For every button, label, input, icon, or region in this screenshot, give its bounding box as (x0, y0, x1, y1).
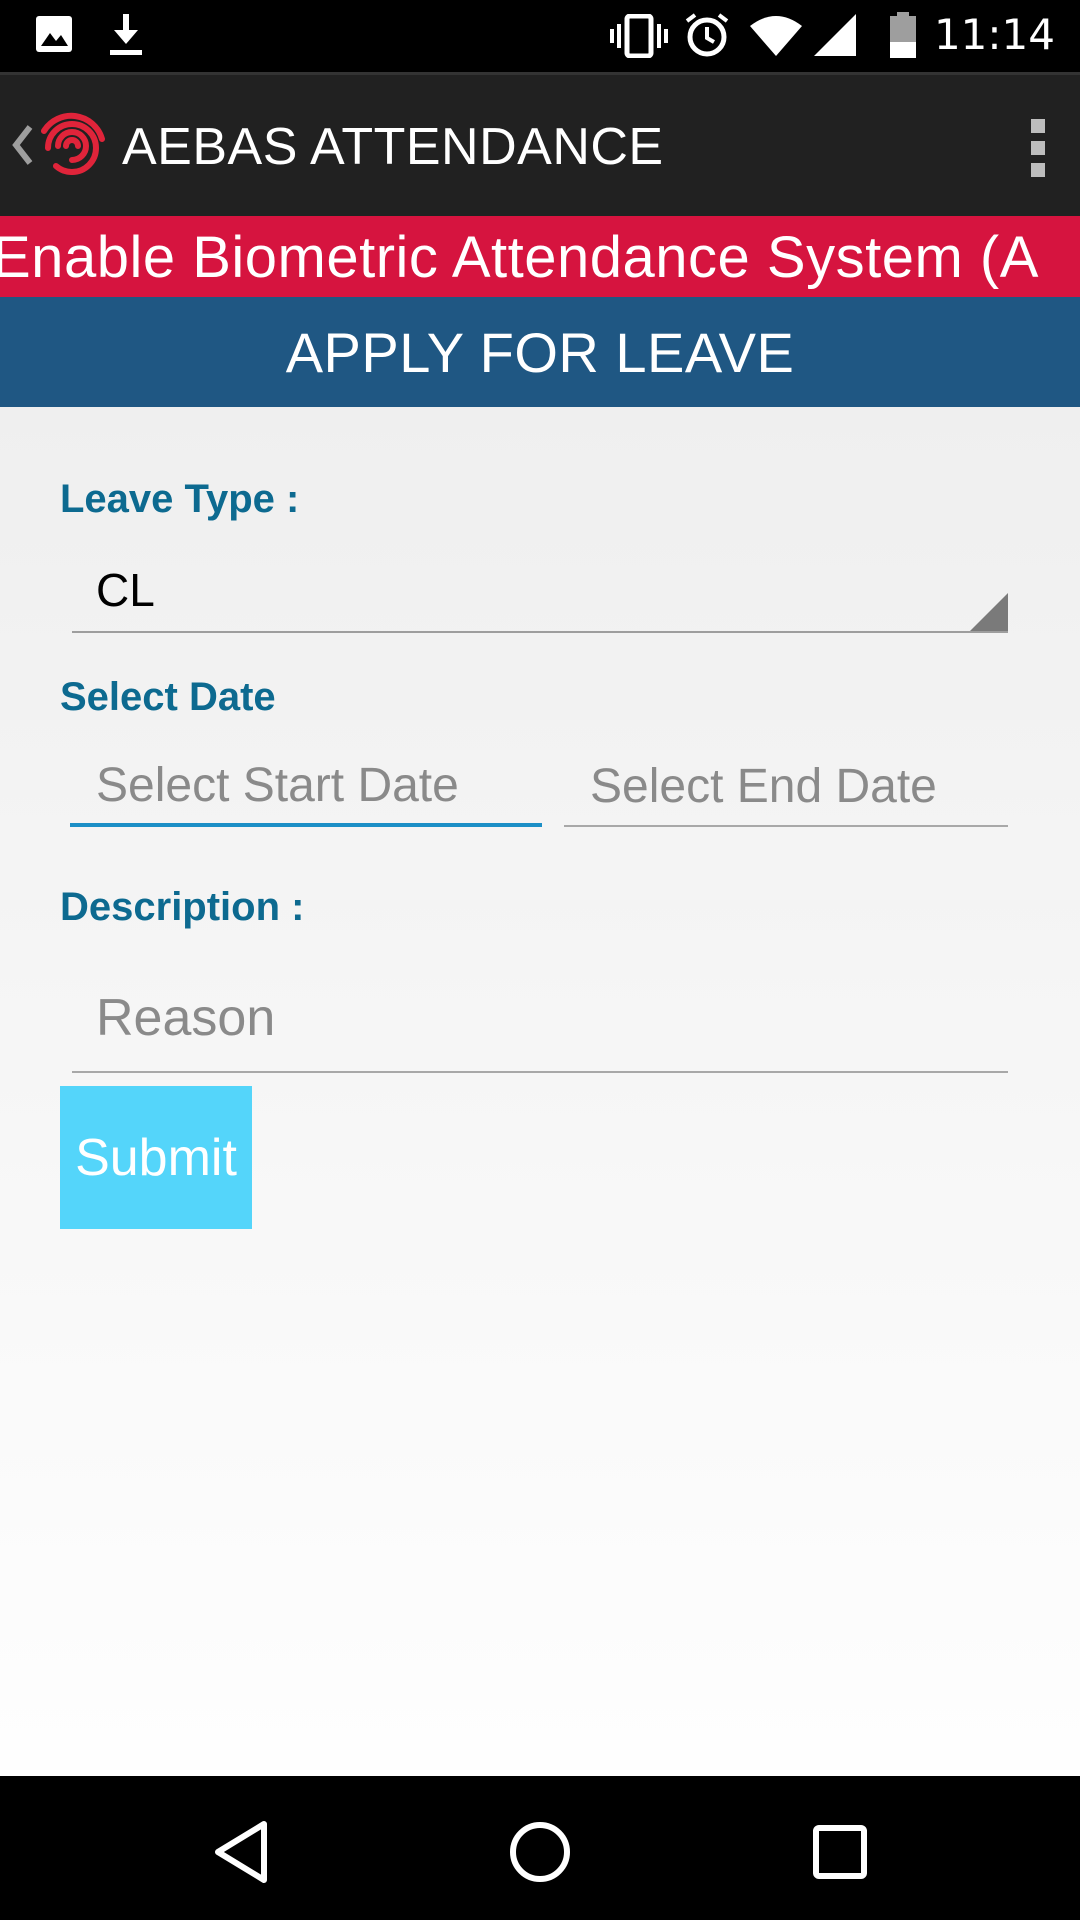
status-bar: 11:14 (0, 0, 1080, 72)
reason-input[interactable] (72, 965, 1008, 1073)
overflow-menu-icon[interactable] (990, 95, 1080, 199)
back-chevron-icon[interactable] (10, 123, 34, 167)
screen: 11:14 AEBAS ATTENDANCE Enable Biometric … (0, 0, 1080, 1920)
overflow-dot (1031, 163, 1045, 177)
wifi-icon (750, 16, 802, 56)
overflow-dot (1031, 141, 1045, 155)
overflow-dot (1031, 119, 1045, 133)
description-label: Description : (60, 885, 305, 929)
select-date-label: Select Date (60, 675, 276, 719)
dropdown-arrow-icon (970, 593, 1008, 631)
image-icon (36, 16, 72, 52)
leave-form: Leave Type : CL Select Date Description … (0, 407, 1080, 1776)
vibrate-icon (610, 14, 668, 58)
app-bar: AEBAS ATTENDANCE (0, 72, 1080, 216)
submit-button[interactable]: Submit (60, 1086, 252, 1229)
leave-type-spinner[interactable]: CL (72, 555, 1008, 633)
back-icon[interactable] (202, 1812, 282, 1892)
page-header: APPLY FOR LEAVE (0, 297, 1080, 407)
page-title: APPLY FOR LEAVE (285, 320, 795, 384)
marquee-banner: Enable Biometric Attendance System (A (0, 216, 1080, 297)
nav-bar (0, 1776, 1080, 1920)
leave-type-value: CL (96, 564, 155, 616)
start-date-input[interactable] (70, 747, 542, 827)
end-date-input[interactable] (564, 747, 1008, 827)
fingerprint-logo-icon (41, 112, 105, 176)
marquee-text: Enable Biometric Attendance System (A (0, 225, 1039, 290)
signal-icon (814, 14, 856, 56)
recents-icon[interactable] (800, 1812, 880, 1892)
status-time: 11:14 (933, 10, 1055, 59)
download-icon (110, 14, 142, 55)
battery-icon (890, 12, 916, 58)
alarm-icon (685, 13, 729, 57)
leave-type-label: Leave Type : (60, 477, 300, 521)
app-title: AEBAS ATTENDANCE (122, 118, 664, 176)
home-icon[interactable] (500, 1812, 580, 1892)
